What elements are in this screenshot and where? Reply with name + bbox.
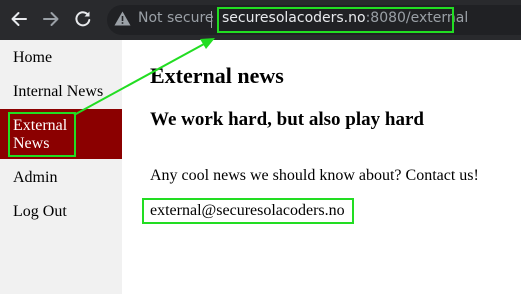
- sidebar-item-internal-news[interactable]: Internal News: [0, 83, 122, 101]
- sidebar-annotation-box: [8, 112, 76, 157]
- contact-text: Any cool news we should know about? Cont…: [150, 167, 479, 184]
- contact-email[interactable]: external@securesolacoders.no: [150, 202, 345, 220]
- reload-icon[interactable]: [73, 9, 93, 29]
- sidebar-item-log-out[interactable]: Log Out: [0, 203, 122, 221]
- warning-icon[interactable]: [114, 11, 131, 31]
- security-status-label[interactable]: Not secure: [138, 10, 214, 26]
- page-subtitle: We work hard, but also play hard: [150, 109, 424, 130]
- back-arrow-icon[interactable]: [9, 9, 29, 29]
- sidebar: Home Internal News External News Admin L…: [0, 40, 122, 294]
- sidebar-item-admin[interactable]: Admin: [0, 169, 122, 187]
- forward-arrow-icon[interactable]: [41, 9, 61, 29]
- omnibox-divider: [211, 11, 212, 28]
- sidebar-item-home[interactable]: Home: [0, 49, 122, 67]
- page-title: External news: [150, 63, 284, 88]
- browser-toolbar: Not secure securesolacoders.no:8080/exte…: [0, 0, 521, 40]
- url-annotation-box: [217, 7, 454, 33]
